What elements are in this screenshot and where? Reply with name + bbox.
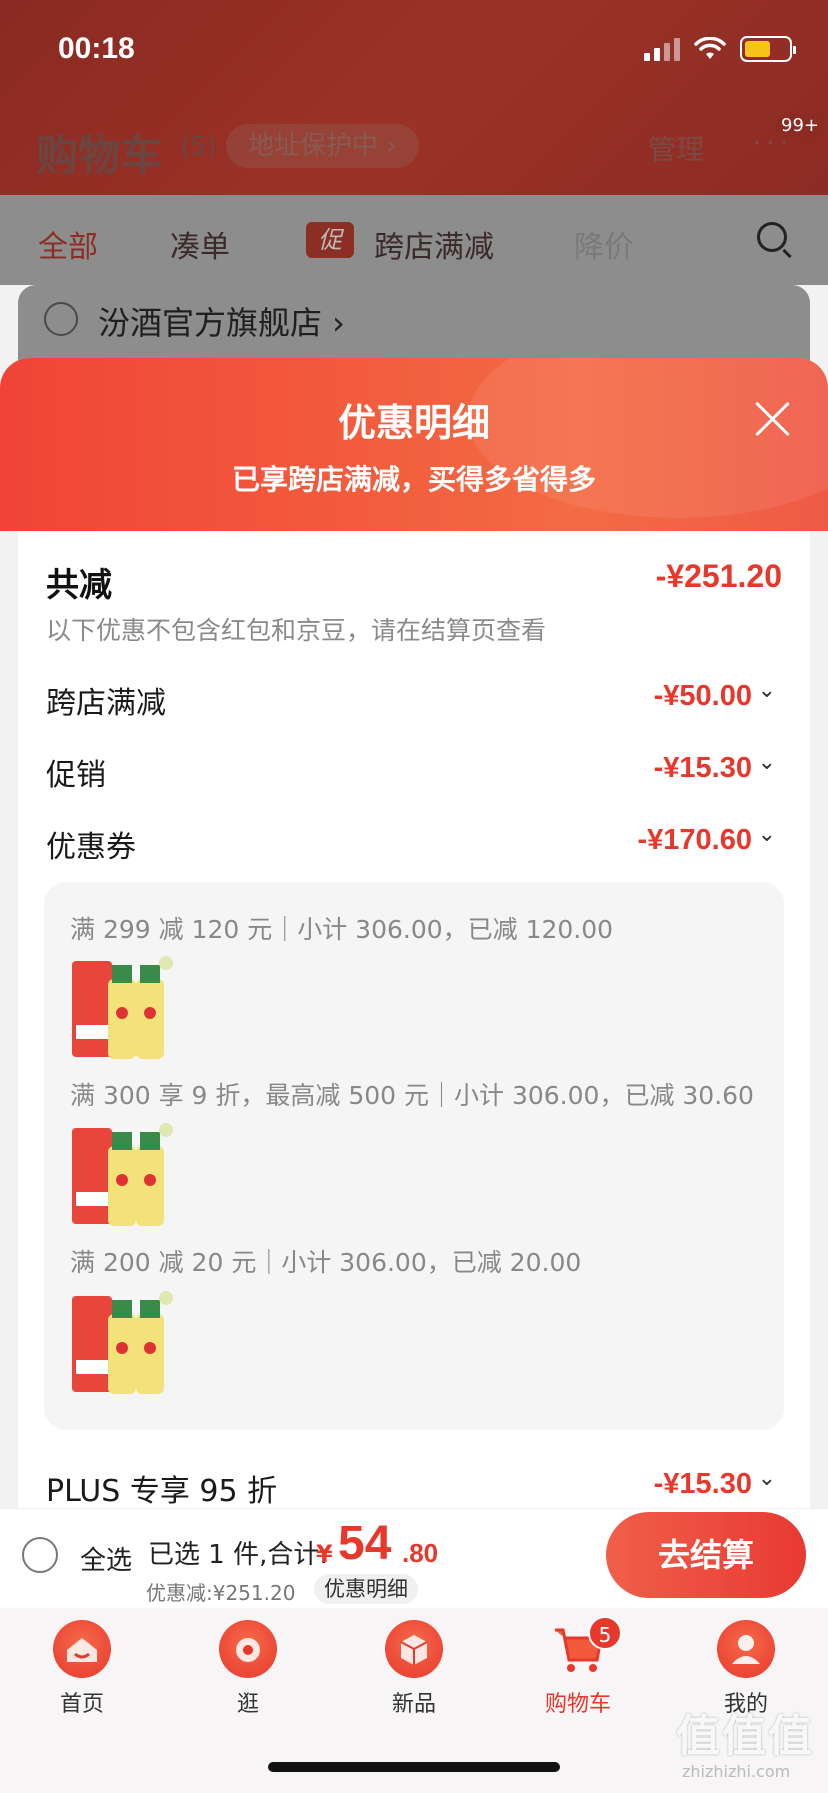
row-plus-value[interactable]: -¥15.30 — [654, 1468, 752, 1501]
nav-home-label: 首页 — [59, 1692, 104, 1717]
total-discount-value: -¥251.20 — [655, 558, 782, 594]
nav-browse-label: 逛 — [236, 1692, 259, 1717]
tab-cross-store[interactable]: 跨店满减 — [374, 222, 494, 266]
home-indicator — [268, 1762, 560, 1772]
price-symbol: ¥ — [316, 1540, 333, 1568]
signal-icon — [644, 37, 680, 61]
chevron-down-icon[interactable]: ⌄ — [758, 822, 776, 847]
coupon-line-1: 满 299 减 120 元｜小计 306.00，已减 120.00 — [70, 915, 614, 944]
cart-badge: 5 — [588, 1616, 622, 1650]
battery-icon — [740, 36, 796, 62]
sheet-subtitle: 已享跨店满减，买得多省得多 — [231, 463, 596, 496]
coupon-line-3: 满 200 减 20 元｜小计 306.00，已减 20.00 — [70, 1248, 582, 1277]
profile-icon — [717, 1620, 775, 1678]
row-promotion-label: 促销 — [46, 758, 106, 793]
row-plus-label: PLUS 专享 95 折 — [46, 1474, 278, 1509]
sheet-header: 优惠明细 已享跨店满减，买得多省得多 — [0, 358, 828, 531]
nav-new[interactable]: 新品 — [354, 1620, 474, 1718]
cart-count: (5) — [180, 132, 217, 162]
price-decimal: .80 — [402, 1538, 439, 1568]
browse-icon — [219, 1620, 277, 1678]
select-all-radio[interactable] — [22, 1537, 58, 1573]
manage-button[interactable]: 管理 — [648, 128, 704, 168]
store-select-radio[interactable] — [44, 302, 78, 336]
discount-summary: 优惠减:¥251.20 — [146, 1581, 296, 1605]
product-thumbnail — [70, 955, 180, 1063]
total-discount-label: 共减 — [46, 565, 112, 604]
checkout-button[interactable]: 去结算 — [606, 1512, 806, 1598]
watermark-logo: 值值值 — [676, 1711, 814, 1762]
close-icon[interactable] — [748, 394, 798, 444]
nav-new-label: 新品 — [391, 1692, 436, 1717]
page-title: 购物车 — [36, 131, 163, 180]
discount-detail-link[interactable]: 优惠明细 — [314, 1574, 418, 1604]
tab-bundle[interactable]: 凑单 — [170, 222, 230, 266]
wifi-icon — [694, 37, 726, 59]
nav-browse[interactable]: 逛 — [188, 1620, 308, 1718]
tab-all[interactable]: 全部 — [38, 222, 98, 266]
row-coupon-value[interactable]: -¥170.60 — [638, 824, 753, 857]
product-thumbnail — [70, 1122, 180, 1230]
row-cross-store-value[interactable]: -¥50.00 — [654, 680, 752, 713]
chevron-down-icon[interactable]: ⌄ — [758, 678, 776, 703]
selected-summary: 已选 1 件,合计: — [148, 1540, 329, 1570]
home-icon — [53, 1620, 111, 1678]
coupon-line-2: 满 300 享 9 折，最高减 500 元｜小计 306.00，已减 30.60 — [70, 1081, 754, 1110]
status-icons — [644, 36, 796, 62]
product-thumbnail — [70, 1290, 180, 1398]
watermark-url: zhizhizhi.com — [682, 1762, 791, 1781]
promo-tag: 促 — [306, 222, 354, 258]
status-time: 00:18 — [58, 32, 135, 65]
nav-home[interactable]: 首页 — [22, 1620, 142, 1718]
chevron-down-icon[interactable]: ⌄ — [758, 1466, 776, 1491]
tab-price-drop[interactable]: 降价 — [574, 222, 634, 266]
store-name[interactable]: 汾酒官方旗舰店 › — [98, 298, 345, 344]
search-icon[interactable] — [757, 222, 787, 252]
price-integer: 54 — [338, 1517, 392, 1570]
select-all-label[interactable]: 全选 — [80, 1540, 132, 1577]
more-badge: 99+ — [776, 114, 824, 137]
discount-note: 以下优惠不包含红包和京豆，请在结算页查看 — [46, 616, 547, 645]
sheet-title: 优惠明细 — [337, 401, 490, 445]
address-protection-pill[interactable]: 地址保护中 › — [226, 124, 419, 168]
chevron-down-icon[interactable]: ⌄ — [758, 750, 776, 775]
new-products-icon — [385, 1620, 443, 1678]
nav-cart-label: 购物车 — [544, 1692, 611, 1717]
row-cross-store-label: 跨店满减 — [46, 686, 166, 721]
row-promotion-value[interactable]: -¥15.30 — [654, 752, 752, 785]
row-coupon-label: 优惠券 — [46, 830, 136, 865]
